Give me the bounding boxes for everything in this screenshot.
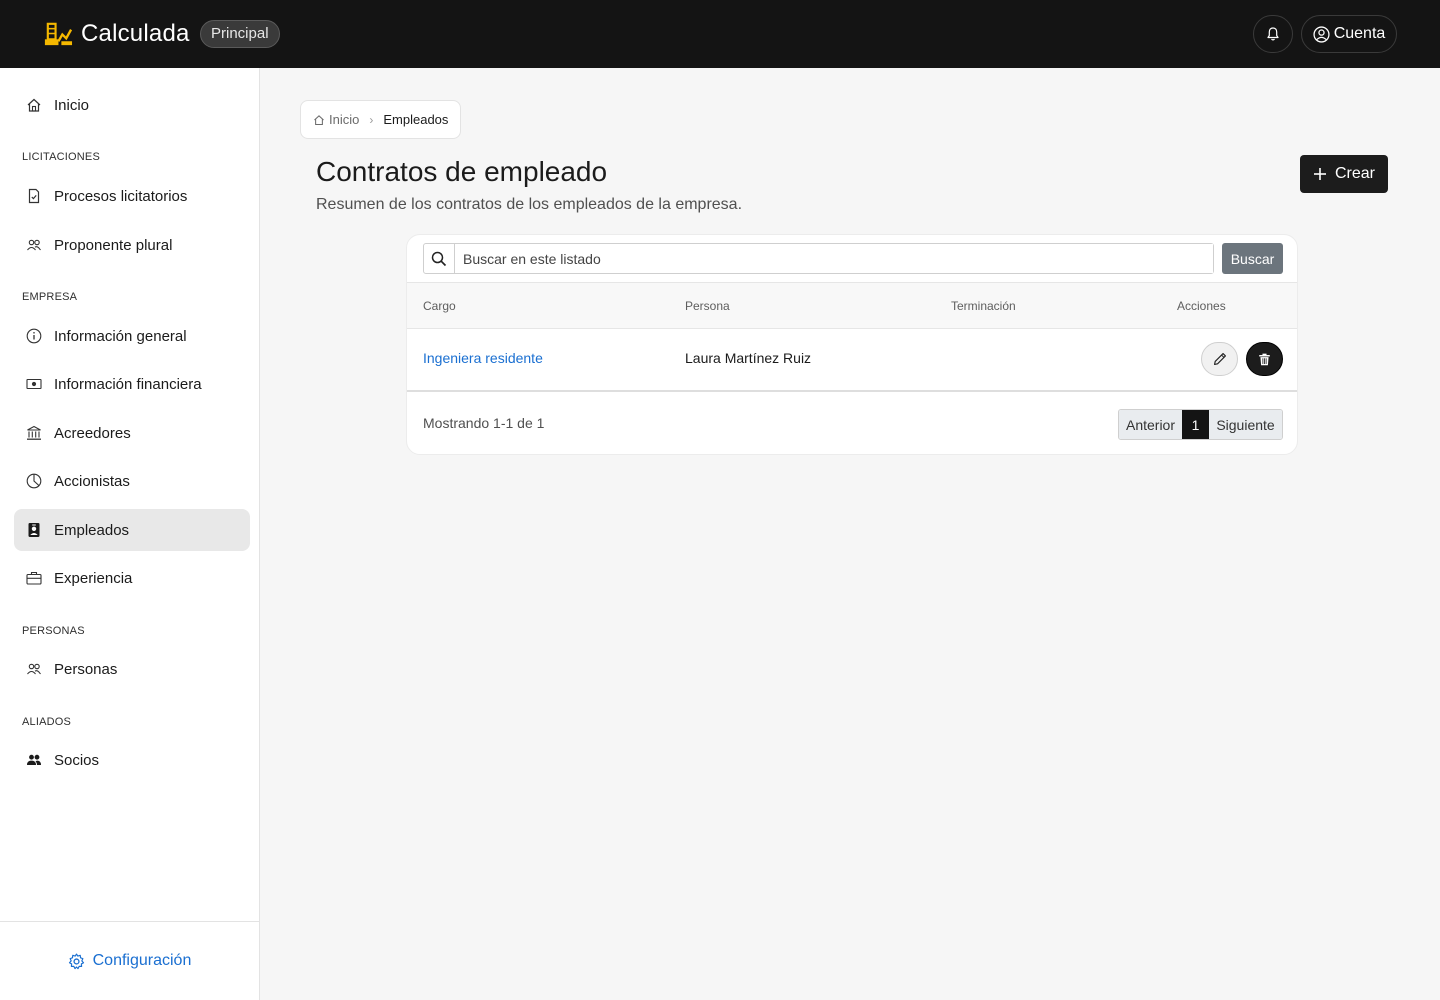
sidebar-item-experiencia[interactable]: Experiencia — [14, 557, 250, 599]
bank-icon — [27, 425, 41, 440]
person-circle-icon — [1313, 25, 1330, 43]
account-label: Cuenta — [1333, 25, 1386, 42]
page-subtitle: Resumen de los contratos de los empleado… — [316, 196, 743, 213]
people-fill-icon — [27, 754, 41, 765]
settings-link[interactable]: Configuración — [0, 921, 259, 1000]
home-icon — [27, 98, 41, 112]
sidebar-item-label: Socios — [54, 751, 100, 769]
breadcrumb-home-link[interactable]: Inicio — [313, 112, 359, 127]
sidebar-item-label: Inicio — [54, 96, 90, 114]
sidebar-item-proponente-plural[interactable]: Proponente plural — [14, 224, 250, 266]
sidebar-item-label: Proponente plural — [54, 236, 173, 254]
cargo-link[interactable]: Ingeniera residente — [423, 350, 543, 366]
brand-name: Calculada — [81, 19, 190, 47]
column-header-terminacion[interactable]: Terminación — [951, 299, 1016, 313]
breadcrumb-current: Empleados — [383, 112, 449, 127]
create-button-label: Crear — [1334, 165, 1375, 182]
page-title: Contratos de empleado — [316, 156, 608, 187]
bell-icon — [1267, 27, 1279, 41]
sidebar-item-accionistas[interactable]: Accionistas — [14, 460, 250, 502]
sidebar-item-label: Accionistas — [54, 472, 130, 490]
info-circle-icon — [26, 328, 42, 344]
column-header-cargo[interactable]: Cargo — [423, 299, 456, 313]
people-icon — [27, 239, 41, 251]
sidebar-item-acreedores[interactable]: Acreedores — [14, 412, 250, 454]
breadcrumb: Inicio › Empleados — [300, 100, 462, 139]
notifications-button[interactable] — [1253, 15, 1293, 53]
sidebar-item-label: Información financiera — [54, 375, 202, 393]
table-row: Ingeniera residente Laura Martínez Ruiz — [407, 329, 1297, 392]
person-badge-icon — [28, 523, 40, 537]
pagination: Anterior 1 Siguiente — [1118, 409, 1283, 440]
page-1-button[interactable]: 1 — [1182, 410, 1209, 439]
sidebar-item-informacion-financiera[interactable]: Información financiera — [14, 363, 250, 405]
create-button[interactable]: Crear — [1300, 155, 1388, 193]
briefcase-icon — [26, 571, 42, 585]
search-input[interactable] — [455, 244, 1213, 273]
pencil-icon — [1213, 353, 1226, 365]
plus-icon — [1313, 168, 1326, 180]
table-header: Cargo Persona Terminación Acciones — [407, 282, 1297, 329]
sidebar-item-label: Información general — [54, 327, 187, 345]
top-bar: Calculada Principal Cuenta — [0, 0, 1440, 68]
sidebar-item-label: Personas — [54, 660, 118, 678]
next-page-button[interactable]: Siguiente — [1209, 410, 1282, 439]
section-label-licitaciones: LICITACIONES — [22, 151, 100, 163]
gear-icon — [68, 952, 84, 969]
brand[interactable]: Calculada — [42, 18, 190, 49]
search-button[interactable]: Buscar — [1222, 243, 1283, 274]
cash-icon — [26, 378, 42, 390]
chevron-right-icon: › — [369, 112, 374, 127]
sidebar-item-label: Empleados — [54, 521, 130, 539]
edit-button[interactable] — [1201, 342, 1238, 376]
environment-badge[interactable]: Principal — [200, 20, 280, 48]
sidebar-item-personas[interactable]: Personas — [14, 648, 250, 690]
persona-cell: Laura Martínez Ruiz — [685, 350, 812, 366]
brand-logo-icon — [44, 22, 73, 46]
home-icon — [314, 114, 324, 125]
search-icon — [431, 251, 447, 266]
search-group — [423, 243, 1214, 274]
delete-button[interactable] — [1246, 342, 1283, 376]
sidebar-item-empleados[interactable]: Empleados — [14, 509, 250, 551]
sidebar-item-label: Experiencia — [54, 569, 133, 587]
search-icon-box — [424, 244, 455, 273]
trash-icon — [1259, 353, 1270, 365]
sidebar: Inicio LICITACIONES Procesos licitatorio… — [0, 68, 260, 1000]
section-label-empresa: EMPRESA — [22, 291, 78, 303]
column-header-acciones: Acciones — [1177, 299, 1226, 313]
section-label-aliados: ALIADOS — [22, 716, 72, 728]
contracts-card: Buscar Cargo Persona Terminación Accione… — [406, 234, 1298, 455]
sidebar-item-label: Acreedores — [54, 424, 131, 442]
people-icon — [27, 663, 41, 675]
sidebar-item-informacion-general[interactable]: Información general — [14, 315, 250, 357]
sidebar-item-socios[interactable]: Socios — [14, 739, 250, 781]
column-header-persona[interactable]: Persona — [685, 299, 730, 313]
pie-chart-icon — [26, 473, 42, 489]
account-button[interactable]: Cuenta — [1301, 15, 1397, 53]
sidebar-item-label: Procesos licitatorios — [54, 187, 188, 205]
previous-page-button[interactable]: Anterior — [1119, 410, 1182, 439]
file-check-icon — [28, 188, 40, 204]
pagination-summary: Mostrando 1-1 de 1 — [423, 415, 545, 431]
settings-label: Configuración — [92, 952, 192, 969]
breadcrumb-home-label: Inicio — [329, 112, 360, 127]
sidebar-item-procesos-licitatorios[interactable]: Procesos licitatorios — [14, 175, 250, 217]
section-label-personas: PERSONAS — [22, 625, 85, 637]
sidebar-item-inicio[interactable]: Inicio — [14, 84, 250, 126]
